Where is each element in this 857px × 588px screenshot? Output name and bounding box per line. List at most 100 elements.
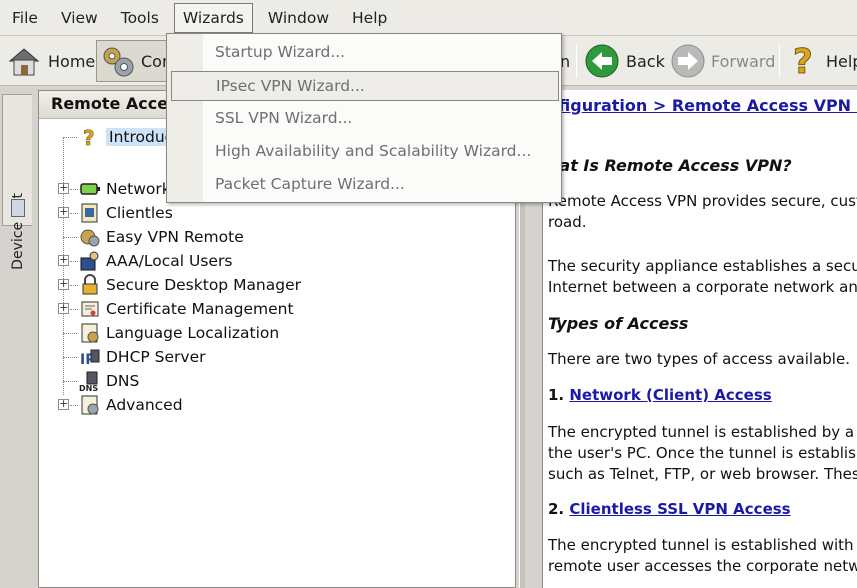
- tree-connector: [70, 189, 78, 190]
- tree-item-label: Secure Desktop Manager: [106, 276, 302, 294]
- toolbar-separator: [779, 44, 780, 78]
- list-number: 2.: [548, 500, 565, 518]
- paragraph-line: Remote Access VPN provides secure, custo: [548, 192, 857, 210]
- question-icon: ?: [83, 126, 95, 148]
- svg-text:?: ?: [83, 126, 95, 148]
- forward-arrow-icon: [671, 44, 705, 78]
- aaa-users-icon: [80, 251, 99, 271]
- tree-item-label: Certificate Management: [106, 300, 294, 318]
- menu-bar: File View Tools Wizards Window Help: [0, 0, 857, 36]
- list-item-1: 1. Network (Client) Access: [548, 386, 772, 404]
- tree-connector: [70, 213, 78, 214]
- expand-toggle[interactable]: +: [58, 398, 69, 410]
- tree-item-dhcp-server[interactable]: IP DHCP Server: [79, 345, 206, 369]
- device-list-tab[interactable]: Device List: [2, 94, 32, 270]
- tree-item-label: DNS: [106, 372, 140, 390]
- tree-item-easy-vpn-remote[interactable]: Easy VPN Remote: [79, 225, 244, 249]
- lock-icon: [82, 274, 98, 295]
- help-button[interactable]: ? Help: [788, 40, 857, 82]
- menu-wizards[interactable]: Wizards: [173, 2, 253, 33]
- language-icon: [81, 323, 99, 343]
- tree-item-label: AAA/Local Users: [106, 252, 233, 270]
- menu-item-packet-capture-wizard[interactable]: Packet Capture Wizard...: [171, 170, 559, 200]
- list-item-2: 2. Clientless SSL VPN Access: [548, 500, 791, 518]
- tree-item-label: DHCP Server: [106, 348, 206, 366]
- tree-item-network-client[interactable]: Network: [79, 177, 171, 201]
- tree-connector: [63, 137, 77, 138]
- menu-item-startup-wizard[interactable]: Startup Wizard...: [171, 38, 559, 68]
- home-button[interactable]: Home: [6, 40, 96, 82]
- tree-item-label: Advanced: [106, 396, 183, 414]
- tree-connector: [70, 405, 78, 406]
- paragraph-line: such as Telnet, FTP, or web browser. The…: [548, 465, 857, 483]
- menu-tools[interactable]: Tools: [113, 3, 167, 33]
- tree-item-clientless[interactable]: Clientles: [79, 201, 173, 225]
- clientless-ssl-vpn-access-link[interactable]: Clientless SSL VPN Access: [569, 500, 790, 518]
- paragraph-line: the user's PC. Once the tunnel is establ…: [548, 444, 857, 462]
- tree-connector: [63, 381, 77, 382]
- menu-file[interactable]: File: [4, 3, 46, 33]
- tree-item-label: Clientles: [106, 204, 173, 222]
- expand-toggle[interactable]: +: [58, 302, 69, 314]
- tree-connector: [63, 357, 77, 358]
- tree-item-label: Network: [106, 180, 171, 198]
- content-panel: nfiguration > Remote Access VPN > hat Is…: [542, 90, 857, 588]
- easy-vpn-icon: [80, 229, 100, 247]
- tree-item-language-localization[interactable]: Language Localization: [79, 321, 279, 345]
- expand-toggle[interactable]: +: [58, 206, 69, 218]
- list-number: 1.: [548, 386, 565, 404]
- tree-item-label: Easy VPN Remote: [106, 228, 244, 246]
- tree-item-certificate-management[interactable]: Certificate Management: [79, 297, 294, 321]
- expand-toggle[interactable]: +: [58, 254, 69, 266]
- menu-view[interactable]: View: [53, 3, 106, 33]
- heading-what-is-vpn: hat Is Remote Access VPN?: [548, 156, 792, 175]
- back-label: Back: [626, 51, 665, 71]
- paragraph-line: remote user accesses the corporate netwo: [548, 557, 857, 575]
- dns-icon: DNS: [79, 371, 98, 392]
- paragraph-line: There are two types of access available.: [548, 350, 850, 368]
- paragraph-line: The security appliance establishes a sec…: [548, 257, 857, 275]
- home-label: Home: [48, 51, 96, 71]
- network-client-icon: [80, 183, 100, 195]
- device-icon: [11, 199, 25, 217]
- expand-toggle[interactable]: +: [58, 278, 69, 290]
- toolbar-separator: [576, 44, 577, 78]
- advanced-icon: [81, 395, 99, 415]
- breadcrumb[interactable]: nfiguration > Remote Access VPN >: [547, 96, 857, 115]
- monitoring-button[interactable]: n: [560, 40, 574, 82]
- paragraph-line: The encrypted tunnel is established by a…: [548, 423, 857, 441]
- dhcp-icon: IP: [80, 349, 100, 368]
- heading-types-of-access: Types of Access: [548, 314, 689, 333]
- menu-window[interactable]: Window: [260, 3, 337, 33]
- menu-item-high-availability-wizard[interactable]: High Availability and Scalability Wizard…: [171, 137, 559, 167]
- clientless-icon: [81, 203, 98, 223]
- home-icon: [8, 48, 40, 76]
- menu-help[interactable]: Help: [344, 3, 395, 33]
- forward-button[interactable]: Forward: [670, 40, 776, 82]
- expand-toggle[interactable]: +: [58, 182, 69, 194]
- tree-item-advanced[interactable]: Advanced: [79, 393, 183, 417]
- question-icon: ?: [793, 42, 814, 80]
- tree-item-dns[interactable]: DNS DNS: [79, 369, 139, 393]
- network-client-access-link[interactable]: Network (Client) Access: [569, 386, 771, 404]
- back-button[interactable]: Back: [584, 40, 665, 82]
- configuration-button[interactable]: Con: [96, 40, 172, 82]
- svg-text:?: ?: [793, 42, 813, 80]
- tree-connector: [70, 261, 78, 262]
- paragraph-line: The encrypted tunnel is established with…: [548, 536, 857, 554]
- tree-item-secure-desktop-manager[interactable]: Secure Desktop Manager: [79, 273, 301, 297]
- tree-connector: [70, 309, 78, 310]
- tree-item-label: Language Localization: [106, 324, 280, 342]
- menu-item-ipsec-vpn-wizard[interactable]: IPsec VPN Wizard...: [171, 71, 559, 101]
- gears-icon: [103, 47, 134, 77]
- paragraph-line: road.: [548, 213, 587, 231]
- svg-text:DNS: DNS: [79, 384, 98, 392]
- tree-item-aaa-local-users[interactable]: AAA/Local Users: [79, 249, 232, 273]
- tree-connector: [63, 237, 77, 238]
- wizards-dropdown-menu: Startup Wizard... IPsec VPN Wizard... SS…: [166, 33, 562, 203]
- back-arrow-icon: [585, 44, 619, 78]
- tree-item-introduction[interactable]: ? Introduc: [79, 125, 177, 149]
- help-label: Help: [826, 51, 857, 71]
- tree-connector: [63, 333, 77, 334]
- menu-item-ssl-vpn-wizard[interactable]: SSL VPN Wizard...: [171, 104, 559, 134]
